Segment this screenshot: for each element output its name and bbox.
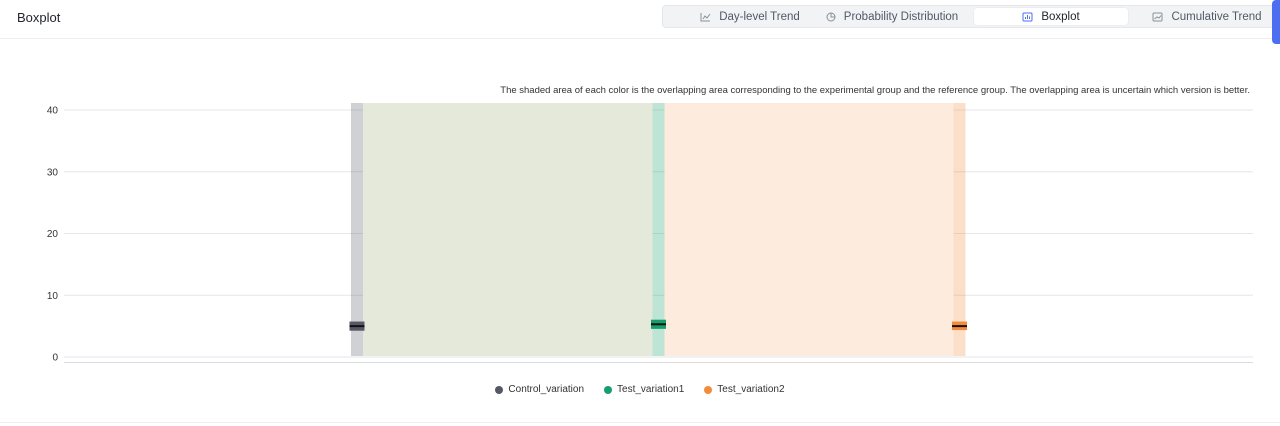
chart-legend: Control_variation Test_variation1 Test_v… (0, 384, 1280, 395)
whisker-range-test_variation1 (652, 103, 665, 356)
y-tick-label: 0 (52, 353, 58, 364)
y-tick-label: 10 (47, 291, 59, 302)
boxplot-chart: 0 10 20 30 40 (47, 103, 1253, 364)
whisker-range-control_variation (351, 103, 363, 356)
overlap-region (363, 103, 653, 356)
legend-marker (495, 385, 504, 394)
legend-label: Test_variation1 (617, 384, 685, 395)
legend-label: Test_variation2 (717, 384, 785, 395)
legend-marker (704, 385, 713, 394)
y-tick-label: 20 (47, 229, 59, 240)
legend-marker (604, 385, 613, 394)
legend-item-control-variation[interactable]: Control_variation (495, 384, 584, 395)
whisker-range-test_variation2 (953, 103, 966, 356)
legend-item-test-variation1[interactable]: Test_variation1 (604, 384, 684, 395)
legend-label: Control_variation (508, 384, 585, 395)
y-tick-label: 30 (47, 167, 59, 178)
divider (0, 422, 1280, 423)
legend-item-test-variation2[interactable]: Test_variation2 (704, 384, 785, 395)
overlap-region (664, 103, 954, 356)
y-tick-label: 40 (47, 106, 59, 117)
